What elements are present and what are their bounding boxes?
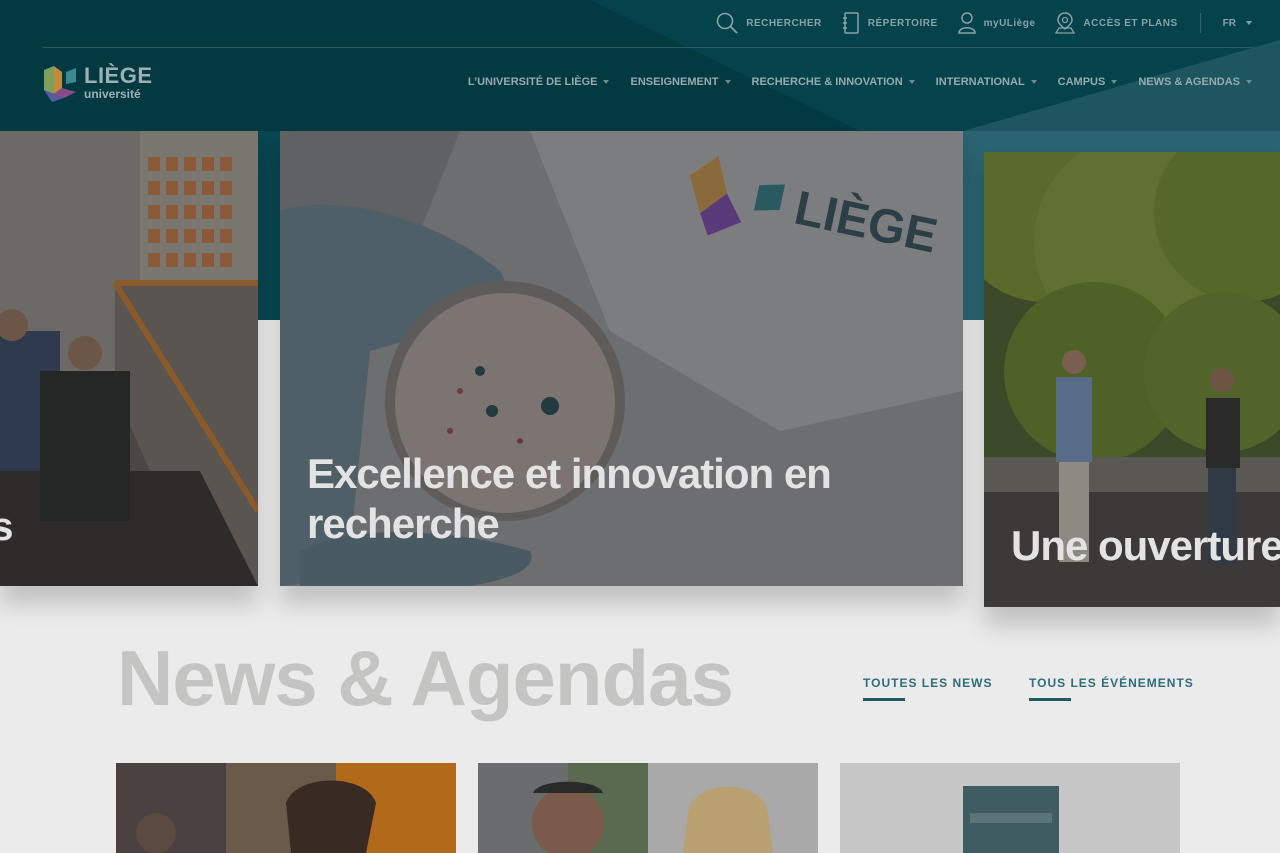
directory-label: RÉPERTOIRE: [867, 17, 938, 29]
notebook-icon: [842, 12, 859, 34]
chevron-down-icon: [1246, 21, 1252, 25]
chevron-down-icon: [1246, 80, 1252, 84]
slide-left-title: es: [0, 505, 13, 549]
nav-item-label: L’UNIVERSITÉ DE LIÈGE: [467, 76, 598, 88]
nav-item-campus[interactable]: CAMPUS: [1058, 76, 1118, 88]
all-news-link[interactable]: TOUTES LES NEWS: [863, 676, 992, 701]
search-icon: [716, 12, 738, 34]
language-label: FR: [1222, 17, 1236, 29]
news-card[interactable]: [116, 763, 456, 853]
access-label: ACCÈS ET PLANS: [1083, 17, 1178, 29]
logo-title: LIÈGE: [84, 62, 153, 88]
search-link[interactable]: RECHERCHER: [716, 12, 822, 34]
news-section-title: News & Agendas: [117, 634, 734, 722]
access-link[interactable]: ACCÈS ET PLANS: [1055, 12, 1177, 34]
news-card-image: [478, 763, 818, 853]
utility-separator: [1199, 13, 1201, 33]
carousel-slide-center[interactable]: LIÈGE Excellence et innovation en recher…: [280, 131, 963, 586]
myuliege-label: myULiège: [983, 17, 1036, 29]
news-card[interactable]: [840, 763, 1180, 853]
link-underline: [1029, 698, 1071, 701]
header-divider: [43, 47, 1253, 48]
utility-bar: RECHERCHER RÉPERTOIRE myULiège ACCÈS ET …: [716, 0, 1252, 46]
map-pin-icon: [1055, 12, 1076, 34]
news-card[interactable]: [478, 763, 818, 853]
chevron-down-icon: [724, 80, 731, 84]
all-events-link[interactable]: TOUS LES ÉVÉNEMENTS: [1029, 676, 1194, 701]
nav-item-label: RECHERCHE & INNOVATION: [751, 76, 903, 88]
all-news-label: TOUTES LES NEWS: [863, 676, 993, 690]
language-selector[interactable]: FR: [1223, 18, 1252, 29]
carousel-slide-left[interactable]: es: [0, 131, 258, 586]
nav-item-international[interactable]: INTERNATIONAL: [936, 76, 1037, 88]
nav-item-label: ENSEIGNEMENT: [630, 76, 719, 88]
chevron-down-icon: [908, 80, 915, 84]
news-card-image: [116, 763, 456, 853]
slide-center-title: Excellence et innovation en recherche: [307, 450, 832, 548]
nav-item-label: CAMPUS: [1057, 76, 1106, 88]
main-navigation: L’UNIVERSITÉ DE LIÈGE ENSEIGNEMENT RECHE…: [468, 76, 1252, 88]
slide-photo-stairs: [0, 131, 258, 586]
all-events-label: TOUS LES ÉVÉNEMENTS: [1029, 676, 1194, 690]
search-label: RECHERCHER: [746, 17, 822, 29]
chevron-down-icon: [603, 80, 610, 84]
myuliege-link[interactable]: myULiège: [957, 12, 1036, 34]
user-icon: [957, 12, 976, 34]
nav-item-news[interactable]: NEWS & AGENDAS: [1138, 76, 1252, 88]
chevron-down-icon: [1030, 80, 1037, 84]
nav-item-recherche[interactable]: RECHERCHE & INNOVATION: [752, 76, 915, 88]
nav-item-label: NEWS & AGENDAS: [1138, 76, 1240, 88]
directory-link[interactable]: RÉPERTOIRE: [842, 12, 938, 34]
slide-right-title: Une ouverture: [1011, 522, 1280, 569]
logo-subtitle: université: [84, 86, 141, 101]
news-card-image: [840, 763, 1180, 853]
nav-item-label: INTERNATIONAL: [935, 76, 1025, 88]
uliege-logo[interactable]: LIÈGE université: [42, 62, 153, 102]
logo-mark-icon: [44, 66, 76, 102]
chevron-down-icon: [1111, 80, 1118, 84]
carousel-slide-right[interactable]: Une ouverture: [984, 152, 1280, 607]
link-underline: [863, 698, 905, 701]
nav-item-universite[interactable]: L’UNIVERSITÉ DE LIÈGE: [468, 76, 610, 88]
nav-item-enseignement[interactable]: ENSEIGNEMENT: [630, 76, 731, 88]
